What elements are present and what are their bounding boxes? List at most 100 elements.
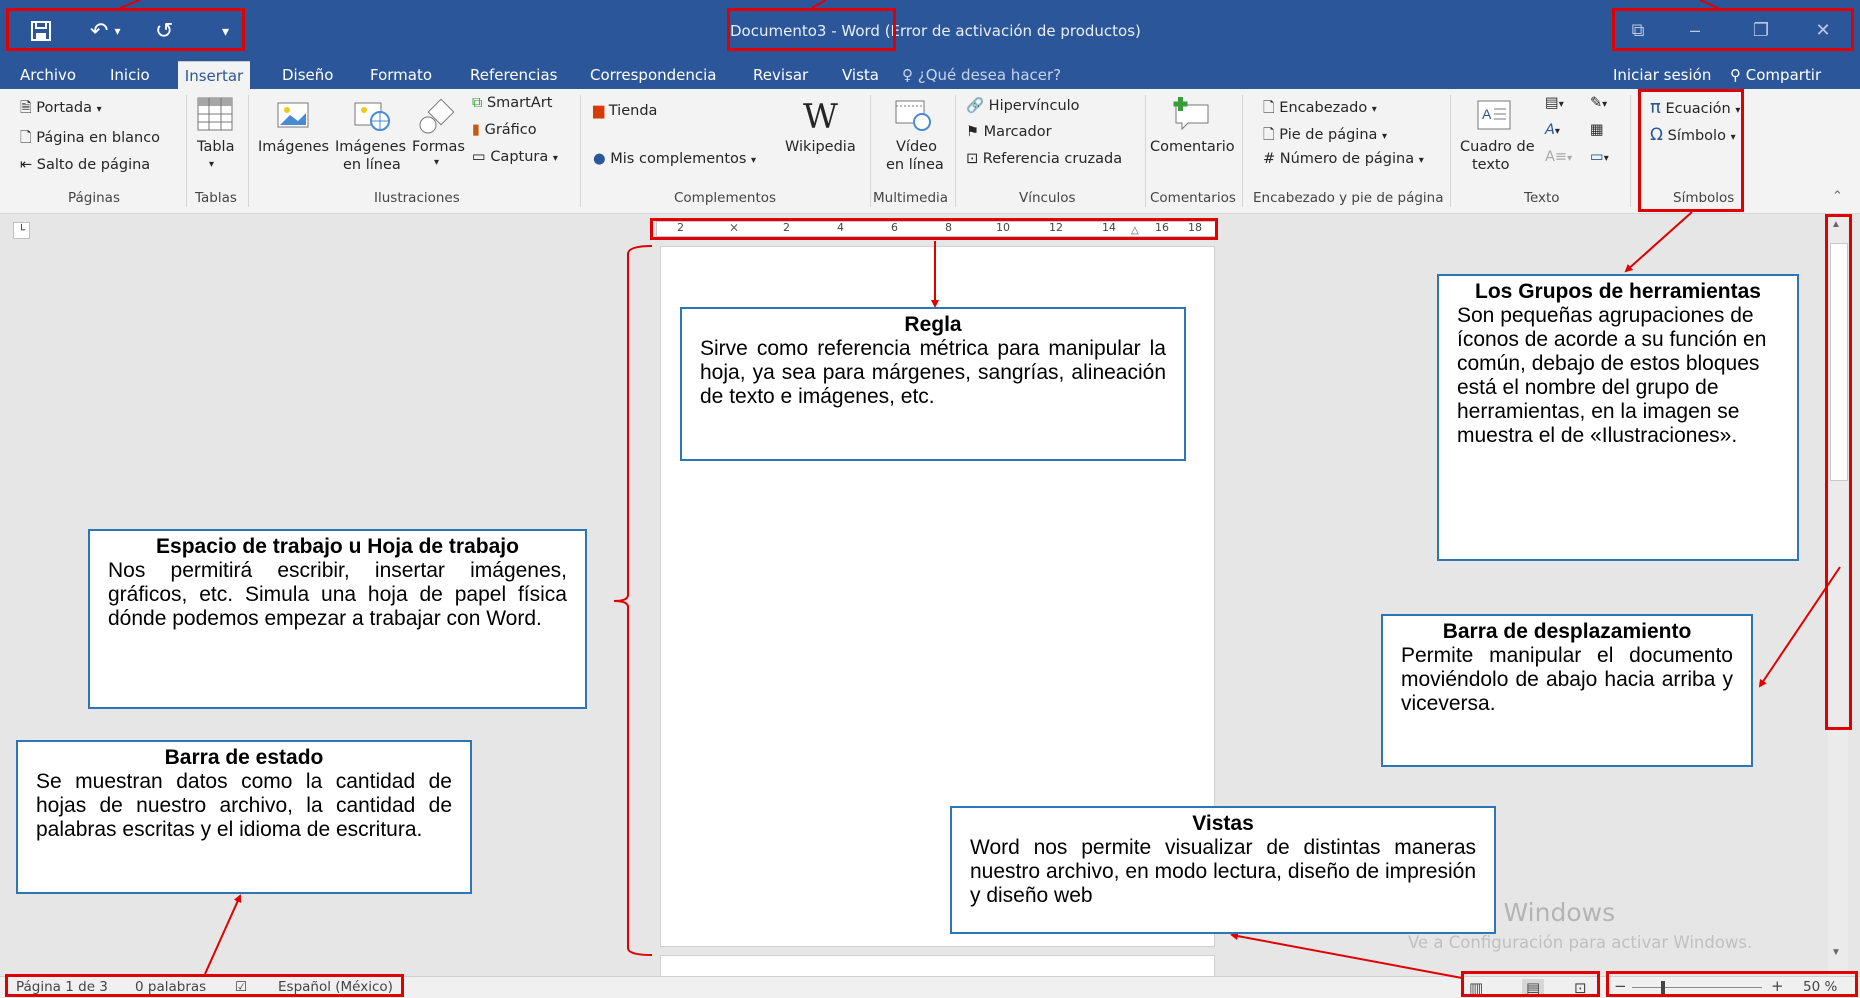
bookmark-icon: ⚑ (966, 124, 979, 140)
group-separator (248, 95, 249, 207)
footer-label: Pie de página (1279, 127, 1378, 143)
group-separator (1450, 95, 1451, 207)
screenshot-icon: ▭ (472, 149, 486, 165)
chevron-down-icon: ▾ (1418, 155, 1424, 166)
my-addins-button[interactable]: ● Mis complementos ▾ (593, 151, 756, 167)
cover-page-icon: 🗎 (20, 100, 32, 116)
tab-vista[interactable]: Vista (842, 61, 879, 89)
footer-button[interactable]: 🗋 Pie de página ▾ (1263, 124, 1387, 149)
portada-button[interactable]: 🗎 Portada ▾ (20, 97, 102, 122)
hyperlink-label: Hipervínculo (988, 98, 1080, 114)
smartart-button[interactable]: ⧉ SmartArt (472, 95, 552, 111)
online-video-label-1: Vídeo (896, 139, 937, 155)
group-separator (1242, 95, 1243, 207)
annotation-vistas: Vistas Word nos permite visualizar de di… (950, 806, 1496, 934)
tell-me-search[interactable]: ♀ ¿Qué desea hacer? (902, 61, 1061, 89)
wordart-icon: A (1545, 122, 1555, 138)
group-label-comentarios: Comentarios (1150, 190, 1236, 206)
wordart-button[interactable]: A▾ (1545, 122, 1560, 138)
store-label: Tienda (608, 103, 658, 119)
chevron-down-icon: ▾ (552, 153, 558, 164)
chevron-down-icon: ▾ (1371, 104, 1377, 115)
chart-icon: ▮ (472, 122, 480, 138)
hyperlink-button[interactable]: 🔗 Hipervínculo (966, 97, 1080, 114)
footer-icon: 🗋 (1263, 127, 1275, 143)
annotation-vistas-body: Word nos permite visualizar de distintas… (970, 836, 1476, 907)
portada-label: Portada (36, 100, 93, 116)
online-pictures-button[interactable]: Imágenes en línea (335, 95, 413, 185)
header-button[interactable]: 🗋 Encabezado ▾ (1263, 97, 1377, 122)
page-number-button[interactable]: # Número de página ▾ (1263, 151, 1424, 167)
annotation-espacio-title: Espacio de trabajo u Hoja de trabajo (156, 535, 519, 558)
text-box-label-2: texto (1472, 157, 1510, 173)
group-label-tablas: Tablas (195, 190, 237, 206)
chart-button[interactable]: ▮ Gráfico (472, 122, 537, 138)
my-addins-label: Mis complementos (610, 151, 747, 167)
chevron-down-icon: ▾ (1567, 153, 1573, 164)
object-button[interactable]: ▭▾ (1590, 149, 1609, 165)
tab-insertar[interactable]: Insertar (178, 61, 250, 90)
quick-parts-button[interactable]: ▤▾ (1545, 95, 1564, 111)
title-bar: ↶ ▾ ↺ ▾ Documento3 - Word (Error de activ… (0, 0, 1860, 61)
annotation-estado: Barra de estado Se muestran datos como l… (16, 740, 472, 894)
group-label-encabezado: Encabezado y pie de página (1253, 190, 1444, 206)
collapse-ribbon-button[interactable]: ⌃ (1832, 189, 1843, 204)
annotation-estado-body: Se muestran datos como la cantidad de ho… (36, 770, 452, 841)
screenshot-label: Captura (490, 149, 549, 165)
wikipedia-button[interactable]: W Wikipedia (783, 95, 863, 180)
chevron-down-icon: ▾ (209, 159, 215, 170)
screenshot-button[interactable]: ▭ Captura ▾ (472, 149, 558, 165)
tab-correspondencia[interactable]: Correspondencia (590, 61, 717, 89)
store-button[interactable]: ▆ Tienda (593, 103, 657, 119)
table-button[interactable]: Tabla ▾ (195, 95, 235, 180)
tab-formato[interactable]: Formato (370, 61, 432, 89)
page-break-button[interactable]: ⇤ Salto de página (20, 157, 150, 173)
chevron-up-icon: ⌃ (1832, 189, 1843, 204)
tab-archivo[interactable]: Archivo (20, 61, 76, 89)
group-separator (1145, 95, 1146, 207)
online-video-label-2: en línea (886, 157, 944, 173)
text-box-button[interactable]: A Cuadro de texto (1458, 95, 1538, 185)
lightbulb-icon: ♀ (902, 66, 913, 84)
chart-label: Gráfico (484, 122, 537, 138)
drop-cap-button[interactable]: A≡▾ (1545, 149, 1572, 165)
document-page-next[interactable] (660, 955, 1215, 977)
pictures-button[interactable]: Imágenes (258, 95, 336, 180)
annotation-regla-title: Regla (904, 313, 962, 336)
page-break-label: Salto de página (36, 157, 151, 173)
online-pictures-label-1: Imágenes (335, 139, 407, 155)
picture-icon (277, 102, 309, 128)
addins-icon: ● (593, 151, 606, 167)
share-button[interactable]: ⚲ Compartir (1730, 61, 1821, 89)
tab-inicio[interactable]: Inicio (110, 61, 150, 89)
cross-reference-button[interactable]: ⊡ Referencia cruzada (966, 151, 1122, 167)
annotation-regla: Regla Sirve como referencia métrica para… (680, 307, 1186, 461)
blank-page-icon: 🗋 (20, 130, 32, 146)
online-video-button[interactable]: Vídeo en línea (878, 95, 948, 185)
shapes-button[interactable]: Formas ▾ (410, 95, 465, 185)
group-label-paginas: Páginas (68, 190, 120, 206)
chevron-down-icon: ▾ (1558, 99, 1564, 110)
tab-diseno[interactable]: Diseño (282, 61, 333, 89)
page-break-icon: ⇤ (20, 157, 33, 173)
tab-selector-button[interactable]: └ (13, 222, 30, 239)
group-separator (580, 95, 581, 207)
bookmark-button[interactable]: ⚑ Marcador (966, 124, 1052, 140)
smartart-label: SmartArt (486, 95, 553, 111)
blank-page-button[interactable]: 🗋 Página en blanco (20, 127, 160, 152)
tab-stop-icon: └ (17, 225, 26, 236)
tab-revisar[interactable]: Revisar (753, 61, 808, 89)
date-time-button[interactable]: ▦ (1590, 122, 1604, 138)
ribbon-insertar: 🗎 Portada ▾ 🗋 Página en blanco ⇤ Salto d… (0, 89, 1860, 214)
signature-line-button[interactable]: ✎▾ (1590, 95, 1607, 111)
cross-reference-icon: ⊡ (966, 151, 979, 167)
comment-button[interactable]: Comentario (1150, 95, 1238, 180)
tab-referencias[interactable]: Referencias (470, 61, 557, 89)
highlight-symbols-group (1638, 89, 1744, 212)
cross-reference-label: Referencia cruzada (982, 151, 1123, 167)
scroll-down-arrow-icon[interactable]: ▼ (1831, 947, 1841, 958)
bookmark-label: Marcador (983, 124, 1052, 140)
activation-watermark-subtitle: Ve a Configuración para activar Windows. (1408, 933, 1753, 952)
annotation-regla-body: Sirve como referencia métrica para manip… (700, 337, 1166, 408)
signin-link[interactable]: Iniciar sesión (1613, 61, 1711, 89)
